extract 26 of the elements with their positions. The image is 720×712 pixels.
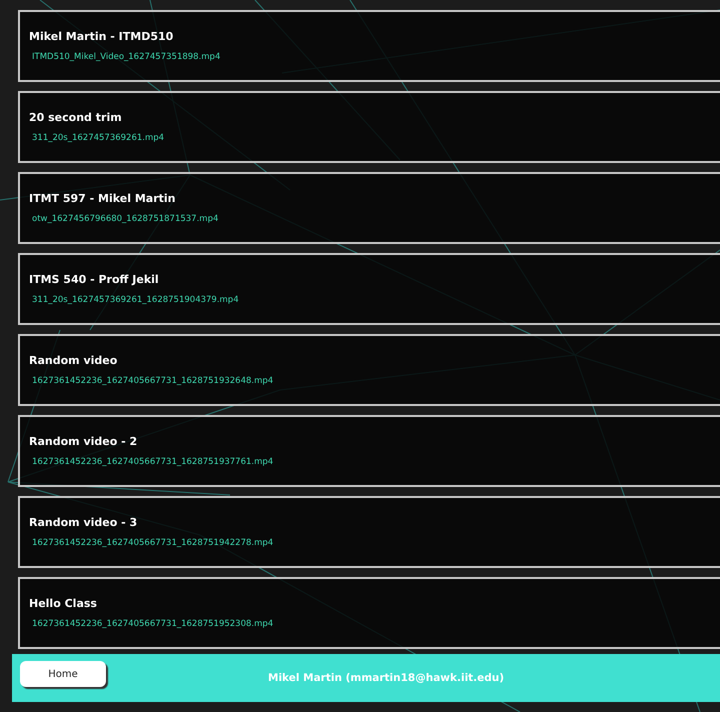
video-title: ITMT 597 - Mikel Martin: [29, 192, 176, 205]
user-info: Mikel Martin (mmartin18@hawk.iit.edu): [268, 672, 504, 684]
home-button[interactable]: Home: [20, 661, 106, 687]
video-card[interactable]: ITMS 540 - Proff Jekil 311_20s_1627457369261_1628751904379.mp4: [18, 253, 720, 325]
video-file-link[interactable]: otw_1627456796680_1628751871537.mp4: [32, 214, 218, 224]
video-card[interactable]: Hello Class 1627361452236_1627405667731_1628751952308.mp4: [18, 577, 720, 649]
video-card[interactable]: Random video 1627361452236_1627405667731_1628751932648.mp4: [18, 334, 720, 406]
video-title: Hello Class: [29, 597, 97, 610]
video-file-link[interactable]: 1627361452236_1627405667731_1628751937761.mp4: [32, 457, 274, 467]
video-title: Mikel Martin - ITMD510: [29, 30, 174, 43]
video-card[interactable]: ITMT 597 - Mikel Martin otw_1627456796680_1628751871537.mp4: [18, 172, 720, 244]
video-file-link[interactable]: 1627361452236_1627405667731_1628751932648.mp4: [32, 376, 274, 386]
video-card[interactable]: 20 second trim 311_20s_1627457369261.mp4: [18, 91, 720, 163]
video-card[interactable]: Random video - 3 1627361452236_1627405667731_1628751942278.mp4: [18, 496, 720, 568]
video-title: Random video - 3: [29, 516, 138, 529]
video-card[interactable]: Mikel Martin - ITMD510 ITMD510_Mikel_Video_1627457351898.mp4: [18, 10, 720, 82]
video-card[interactable]: Random video - 2 1627361452236_1627405667731_1628751937761.mp4: [18, 415, 720, 487]
video-title: 20 second trim: [29, 111, 122, 124]
video-file-link[interactable]: 311_20s_1627457369261_1628751904379.mp4: [32, 295, 239, 305]
video-file-link[interactable]: ITMD510_Mikel_Video_1627457351898.mp4: [32, 52, 220, 62]
video-title: ITMS 540 - Proff Jekil: [29, 273, 159, 286]
video-title: Random video: [29, 354, 118, 367]
video-file-link[interactable]: 311_20s_1627457369261.mp4: [32, 133, 164, 143]
video-file-link[interactable]: 1627361452236_1627405667731_1628751952308.mp4: [32, 619, 274, 629]
video-file-link[interactable]: 1627361452236_1627405667731_1628751942278.mp4: [32, 538, 274, 548]
video-title: Random video - 2: [29, 435, 138, 448]
